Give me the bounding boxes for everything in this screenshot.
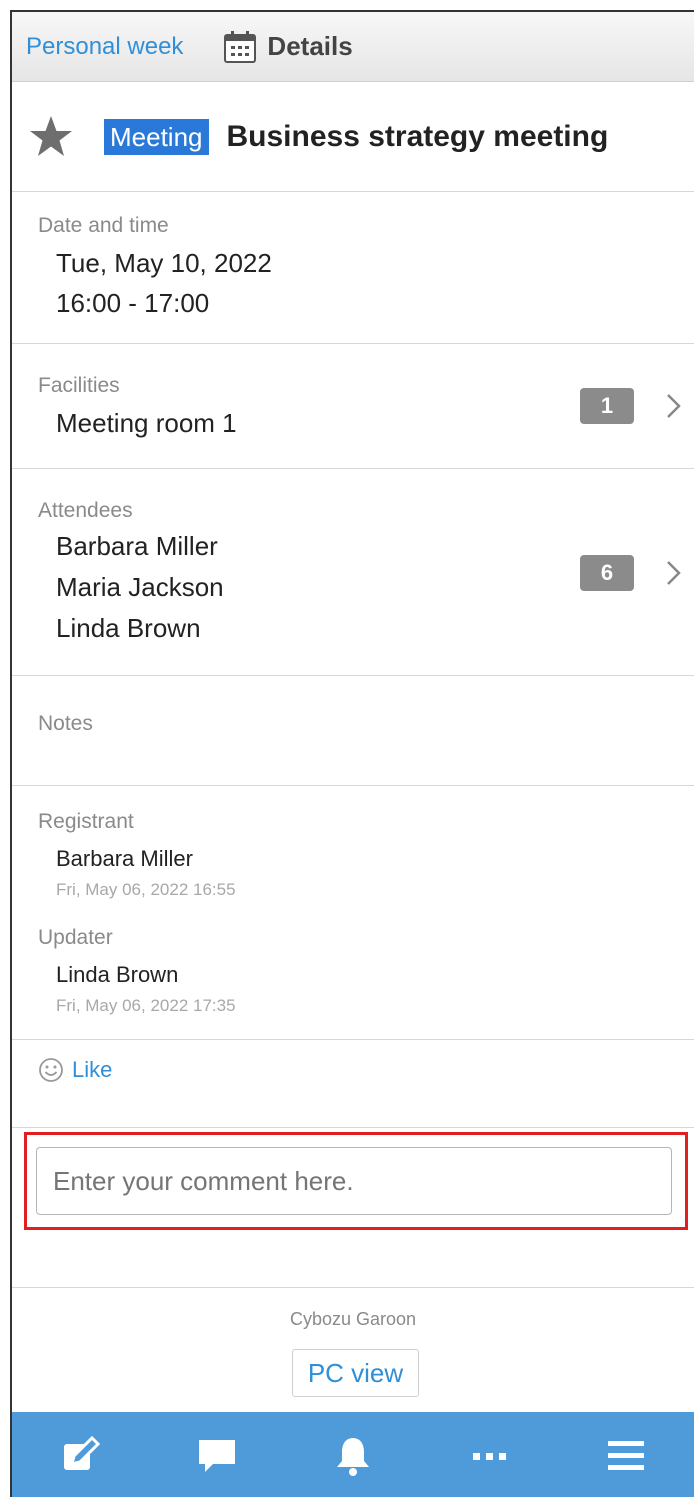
event-time: 16:00 - 17:00 (56, 288, 210, 318)
like-button[interactable]: Like (38, 1057, 112, 1083)
registrant-name: Barbara Miller (56, 846, 193, 871)
attendee-item: Barbara Miller (56, 531, 218, 561)
notes-section: Notes (12, 676, 694, 786)
date-time-section: Date and time Tue, May 10, 2022 16:00 - … (12, 192, 694, 344)
event-menu-badge: Meeting (104, 118, 209, 155)
top-bar: Personal week Details (12, 12, 694, 82)
menu-button[interactable] (596, 1426, 656, 1486)
menu-icon (607, 1440, 644, 1470)
registrant-updater-section: Registrant Barbara Miller Fri, May 06, 2… (12, 786, 694, 1040)
updater-label: Updater (38, 926, 113, 949)
registrant-timestamp: Fri, May 06, 2022 16:55 (56, 880, 236, 899)
facility-item: Meeting room 1 (56, 408, 237, 438)
facilities-section[interactable]: Facilities Meeting room 1 1 (12, 344, 694, 469)
registrant-label: Registrant (38, 810, 134, 833)
compose-icon (64, 1435, 101, 1470)
more-icon (473, 1452, 507, 1460)
pc-view-button[interactable]: PC view (292, 1349, 419, 1397)
notes-label: Notes (38, 712, 93, 735)
attendee-item: Linda Brown (56, 613, 201, 643)
like-section (12, 1040, 694, 1128)
star-icon[interactable] (28, 114, 74, 160)
comment-icon (198, 1439, 235, 1472)
facilities-count-badge: 1 (580, 388, 634, 424)
attendees-count-badge: 6 (580, 555, 634, 591)
calendar-icon (224, 30, 257, 63)
app-frame: Personal week Details Meeting Business s… (10, 10, 694, 1497)
personal-week-link[interactable]: Personal week (26, 33, 183, 61)
header-title-group: Details (223, 30, 353, 64)
event-title: Business strategy meeting (226, 119, 609, 153)
smile-icon (39, 1058, 63, 1082)
comment-button[interactable] (187, 1426, 247, 1486)
notification-button[interactable] (323, 1426, 383, 1486)
updater-timestamp: Fri, May 06, 2022 17:35 (56, 996, 236, 1015)
comment-input[interactable] (36, 1147, 672, 1215)
attendees-label: Attendees (38, 499, 133, 522)
more-button[interactable] (459, 1426, 519, 1486)
event-title-row: Meeting Business strategy meeting (12, 82, 694, 192)
like-label: Like (72, 1057, 113, 1082)
page-title: Details (267, 31, 353, 61)
facilities-label: Facilities (38, 374, 120, 397)
bottom-nav (12, 1412, 694, 1497)
updater-name: Linda Brown (56, 962, 179, 987)
attendees-section[interactable]: Attendees Barbara Miller Maria Jackson L… (12, 469, 694, 676)
date-time-label: Date and time (38, 214, 169, 237)
notification-bell-icon (336, 1437, 369, 1476)
footer-divider (12, 1287, 694, 1288)
chevron-right-icon[interactable] (664, 558, 684, 588)
attendee-item: Maria Jackson (56, 572, 224, 602)
footer-brand: Cybozu Garoon (289, 1309, 417, 1329)
compose-button[interactable] (50, 1426, 110, 1486)
event-date: Tue, May 10, 2022 (56, 248, 272, 278)
chevron-right-icon[interactable] (664, 391, 684, 421)
